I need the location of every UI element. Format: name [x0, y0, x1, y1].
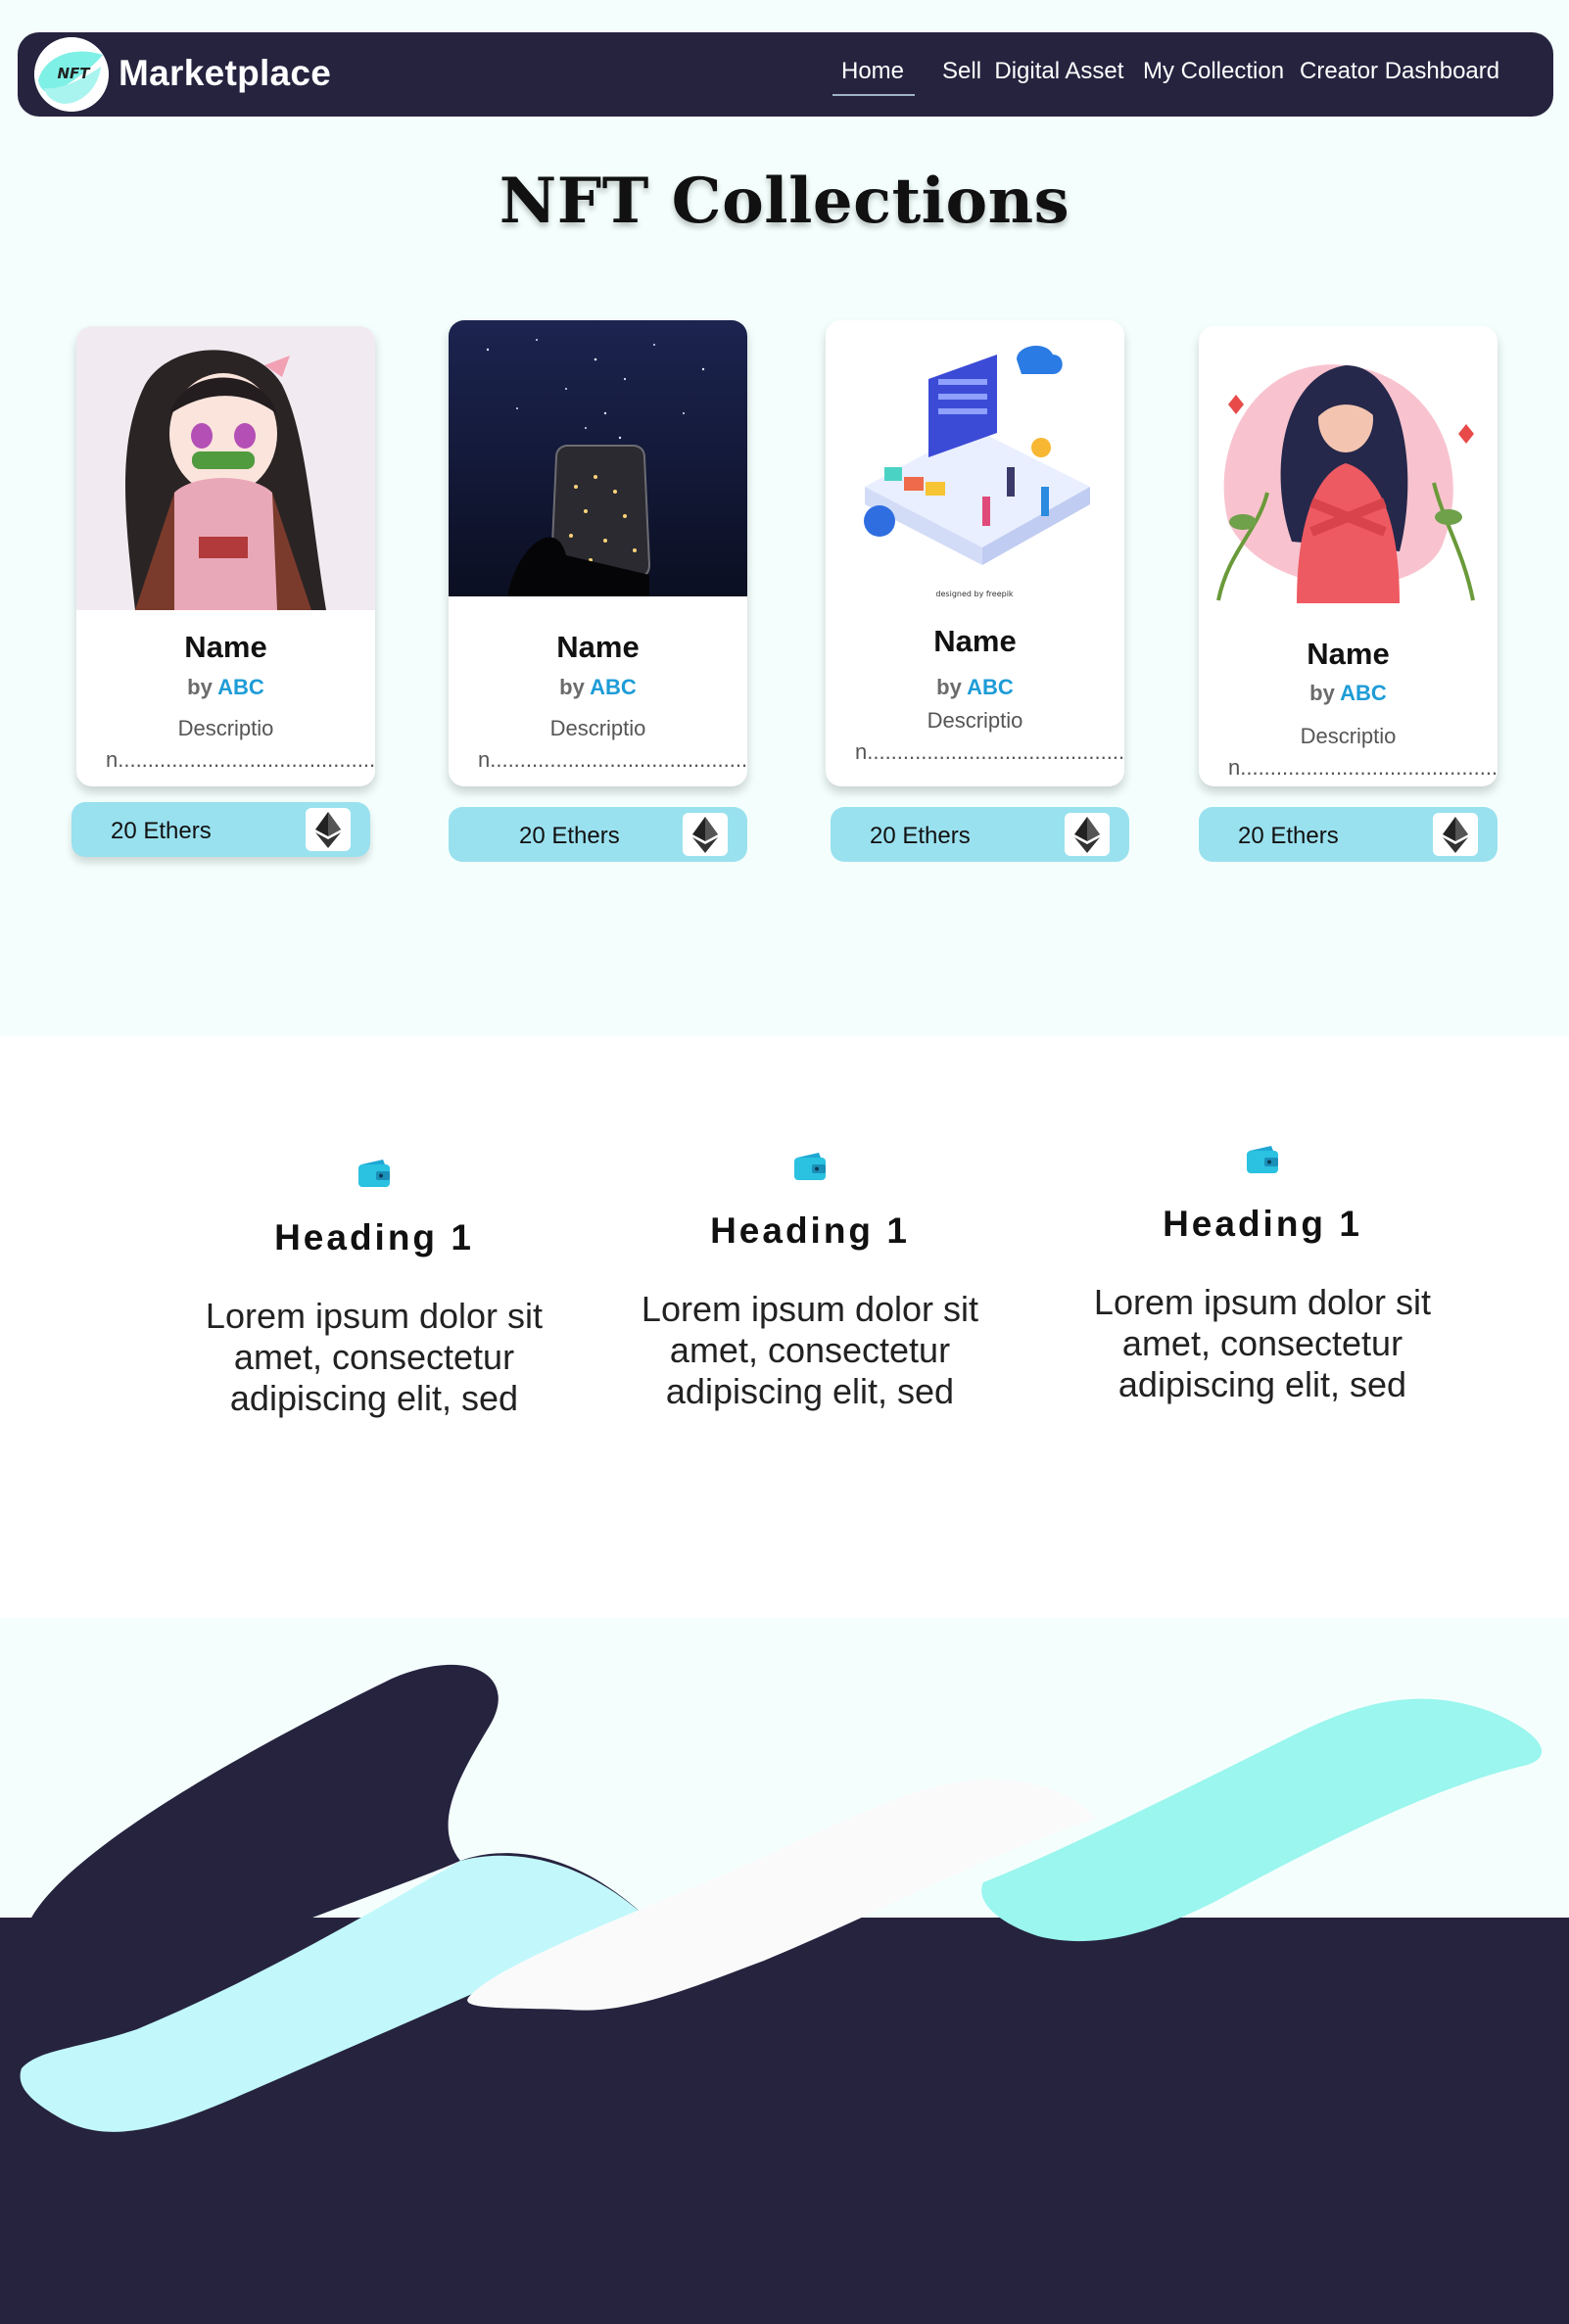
nft-card[interactable]: designed by freepik Name by ABC Descript… — [826, 320, 1124, 786]
price-label: 20 Ethers — [111, 818, 212, 844]
card-name: Name — [184, 630, 267, 664]
feature-item: Heading 1 Lorem ipsum dolor sit amet, co… — [1076, 1145, 1449, 1405]
wallet-icon — [1246, 1145, 1279, 1174]
price-label: 20 Ethers — [1238, 823, 1339, 849]
by-label: by — [187, 675, 213, 699]
card-description: Description.............................… — [478, 716, 747, 772]
svg-text:designed by freepik: designed by freepik — [935, 590, 1014, 598]
nav-creator-dashboard[interactable]: Creator Dashboard — [1300, 58, 1499, 85]
card-name: Name — [933, 624, 1017, 658]
creator-link[interactable]: ABC — [217, 675, 264, 699]
nav-my-collection[interactable]: My Collection — [1143, 58, 1284, 85]
wallet-icon — [357, 1159, 391, 1188]
price-label: 20 Ethers — [519, 823, 620, 849]
navbar: NFT Marketplace Home Sell Digital Asset … — [18, 32, 1553, 117]
card-name: Name — [1307, 637, 1390, 671]
feature-text: Lorem ipsum dolor sit amet, consectetur … — [1093, 1282, 1432, 1404]
nav-active-underline — [832, 94, 915, 96]
feature-item: Heading 1 Lorem ipsum dolor sit amet, co… — [188, 1159, 560, 1419]
nft-image — [1199, 326, 1498, 603]
page-title: NFT Collections — [499, 165, 1070, 238]
feature-item: Heading 1 Lorem ipsum dolor sit amet, co… — [624, 1152, 996, 1412]
nft-card[interactable]: Name by ABC Description.................… — [449, 320, 747, 786]
brand-name[interactable]: Marketplace — [119, 53, 331, 94]
ethereum-icon — [683, 813, 728, 856]
by-label: by — [1309, 681, 1335, 705]
card-creator: by ABC — [826, 675, 1124, 700]
card-description: Description.............................… — [106, 716, 375, 772]
card-creator: by ABC — [1199, 681, 1498, 706]
ethereum-icon — [1433, 813, 1478, 856]
decorative-waves — [0, 1618, 1569, 2324]
wallet-icon — [793, 1152, 827, 1181]
card-description: Description.............................… — [855, 708, 1124, 764]
feature-heading: Heading 1 — [710, 1210, 910, 1251]
nft-card[interactable]: Name by ABC Description.................… — [1199, 326, 1498, 786]
nft-card[interactable]: Name by ABC Description.................… — [76, 326, 375, 786]
feature-heading: Heading 1 — [1163, 1204, 1362, 1244]
card-creator: by ABC — [76, 675, 375, 700]
feature-text: Lorem ipsum dolor sit amet, consectetur … — [205, 1296, 544, 1418]
feature-heading: Heading 1 — [274, 1217, 474, 1257]
nft-logo-icon[interactable]: NFT — [34, 37, 109, 112]
by-label: by — [936, 675, 962, 699]
card-creator: by ABC — [449, 675, 747, 700]
ethereum-icon — [306, 808, 351, 851]
nft-image — [449, 320, 747, 596]
nft-image: designed by freepik — [826, 320, 1124, 604]
svg-text:NFT: NFT — [57, 65, 91, 82]
creator-link[interactable]: ABC — [590, 675, 637, 699]
feature-text: Lorem ipsum dolor sit amet, consectetur … — [641, 1289, 979, 1411]
by-label: by — [559, 675, 585, 699]
creator-link[interactable]: ABC — [1340, 681, 1387, 705]
price-button[interactable]: 20 Ethers — [1199, 807, 1498, 862]
price-label: 20 Ethers — [870, 823, 971, 849]
nav-home[interactable]: Home — [841, 58, 904, 85]
card-description: Description.............................… — [1228, 724, 1498, 780]
ethereum-icon — [1065, 813, 1110, 856]
card-name: Name — [556, 630, 640, 664]
creator-link[interactable]: ABC — [967, 675, 1014, 699]
price-button[interactable]: 20 Ethers — [71, 802, 370, 857]
price-button[interactable]: 20 Ethers — [831, 807, 1129, 862]
nav-sell-digital-asset[interactable]: Sell Digital Asset — [942, 58, 1123, 85]
nft-image — [76, 326, 375, 610]
price-button[interactable]: 20 Ethers — [449, 807, 747, 862]
